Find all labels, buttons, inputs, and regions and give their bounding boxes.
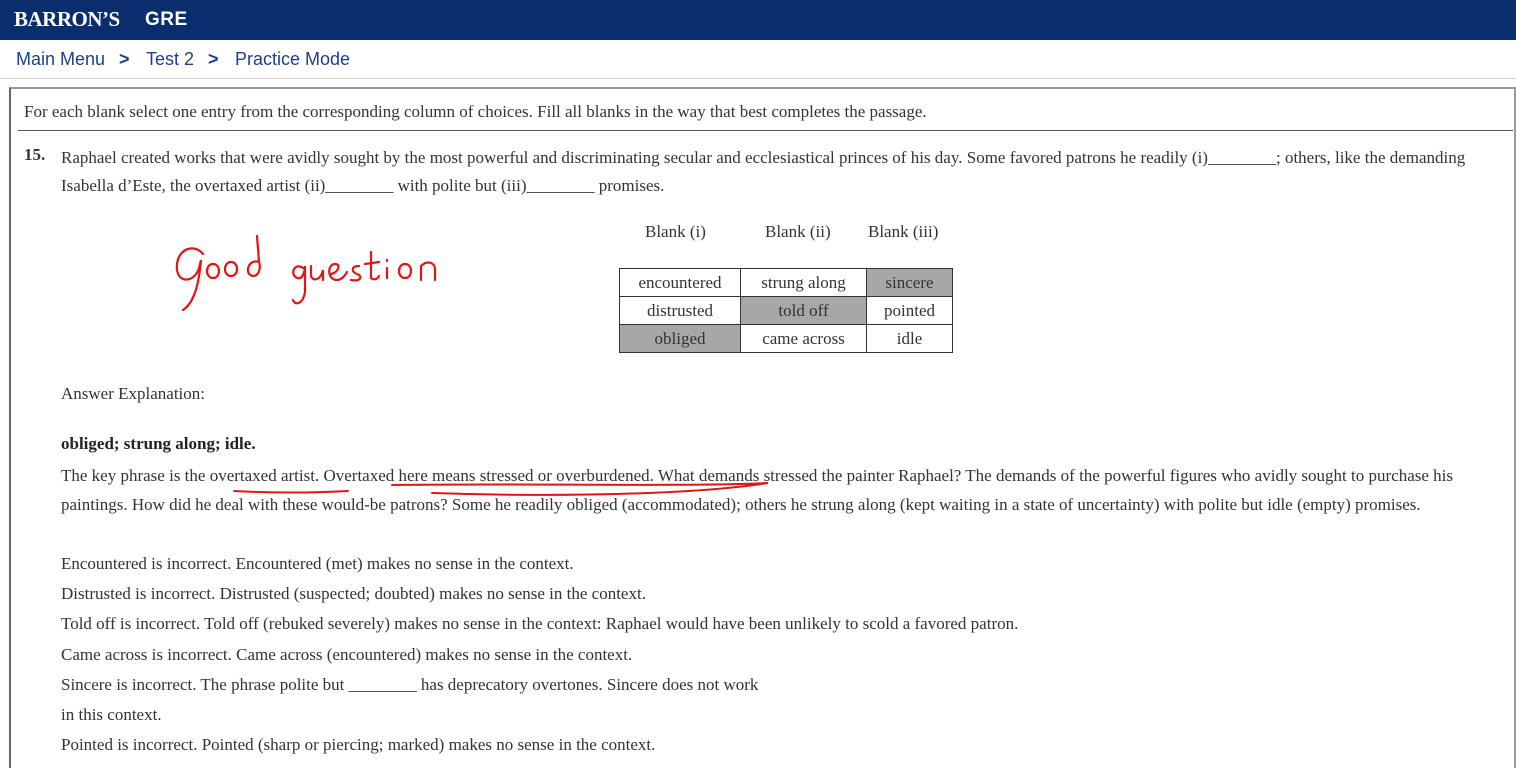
title-bar: BARRON’S GRE xyxy=(0,0,1516,40)
breadcrumb-separator: > xyxy=(119,49,130,69)
correct-answer: obliged; strung along; idle. xyxy=(61,434,256,453)
breadcrumb-test[interactable]: Test 2 xyxy=(146,49,194,70)
explanation-line: Came across is incorrect. Came across (e… xyxy=(61,645,633,664)
breadcrumb-practice-mode[interactable]: Practice Mode xyxy=(235,49,350,70)
brand-logo: BARRON’S xyxy=(14,7,120,31)
choice-idle[interactable]: idle xyxy=(866,324,953,353)
question-number: 15. xyxy=(24,145,46,164)
explanation-line: Told off is incorrect. Told off (rebuked… xyxy=(61,614,1019,633)
explanation-line: Pointed is incorrect. Pointed (sharp or … xyxy=(61,735,656,754)
answer-choices-table: encountered strung along sincere distrus… xyxy=(619,268,953,353)
blank-i-header: Blank (i) xyxy=(645,222,706,241)
handwritten-annotation xyxy=(175,234,437,312)
question-text: Raphael created works that were avidly s… xyxy=(61,148,1466,195)
blank-iii-header: Blank (iii) xyxy=(868,222,939,241)
choice-pointed[interactable]: pointed xyxy=(866,296,953,325)
table-row: encountered strung along sincere xyxy=(619,268,953,297)
directions-text: For each blank select one entry from the… xyxy=(24,102,927,121)
divider xyxy=(18,130,1513,131)
product-name: GRE xyxy=(145,9,188,30)
table-row: obliged came across idle xyxy=(619,324,953,353)
breadcrumb-main-menu[interactable]: Main Menu xyxy=(16,49,105,70)
breadcrumb: Main Menu > Test 2 > Practice Mode xyxy=(0,40,1516,79)
answer-explanation-label: Answer Explanation: xyxy=(61,384,205,403)
choice-obliged[interactable]: obliged xyxy=(619,324,741,353)
table-row: distrusted told off pointed xyxy=(619,296,953,325)
choice-came-across[interactable]: came across xyxy=(740,324,867,353)
handwritten-underline xyxy=(233,482,769,496)
choice-strung-along[interactable]: strung along xyxy=(740,268,867,297)
blank-ii-header: Blank (ii) xyxy=(765,222,831,241)
choice-distrusted[interactable]: distrusted xyxy=(619,296,741,325)
choice-sincere[interactable]: sincere xyxy=(866,268,953,297)
explanation-line: Encountered is incorrect. Encountered (m… xyxy=(61,554,574,573)
explanation-line: in this context. xyxy=(61,705,162,724)
breadcrumb-separator: > xyxy=(208,49,219,69)
explanation-line: Sincere is incorrect. The phrase polite … xyxy=(61,675,759,694)
explanation-line: Distrusted is incorrect. Distrusted (sus… xyxy=(61,584,646,603)
choice-told-off[interactable]: told off xyxy=(740,296,867,325)
choice-encountered[interactable]: encountered xyxy=(619,268,741,297)
